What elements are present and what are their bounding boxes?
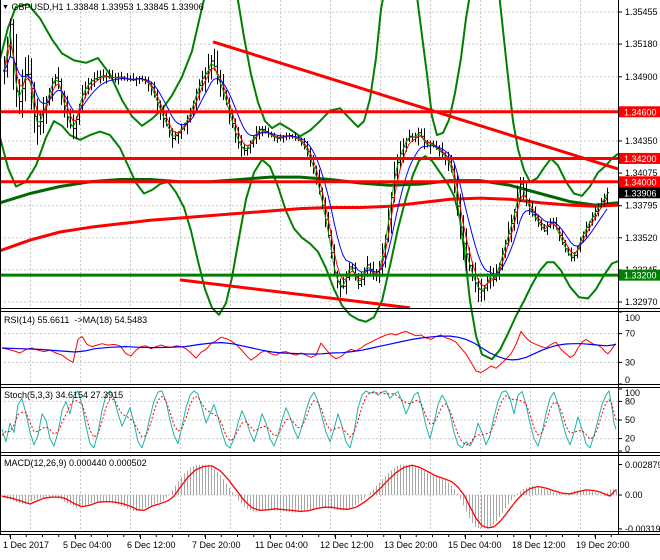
rsi-scale-label: 70 bbox=[625, 329, 635, 339]
macd-scale-label: -0.003198 bbox=[625, 524, 660, 534]
support-resistance-lines[interactable] bbox=[0, 110, 618, 277]
price-scale-label: 1.32970 bbox=[625, 297, 658, 307]
price-level-box: 1.33200 bbox=[619, 269, 660, 281]
time-axis-label: 11 Dec 04:00 bbox=[255, 540, 308, 550]
time-axis-label: 12 Dec 12:00 bbox=[320, 540, 374, 550]
time-axis-label: 15 Dec 04:00 bbox=[448, 540, 502, 550]
rsi-scale-label: 0 bbox=[625, 375, 630, 385]
price-box-label: 1.33200 bbox=[624, 271, 657, 281]
slow-moving-averages bbox=[0, 175, 619, 253]
chart-window: 1.35455 1.35180 1.34900 1.34350 1.34075 1.337… bbox=[0, 0, 660, 560]
price-box-label: 1.34200 bbox=[624, 154, 657, 164]
price-chart-canvas[interactable]: 1.354551.351801.349001.343501.340751.337… bbox=[0, 0, 660, 560]
time-axis-label: 19 Dec 20:00 bbox=[576, 540, 630, 550]
time-axis[interactable]: 1 Dec 2017 5 Dec 04:00 6 Dec 12:00 7 Dec 20… bbox=[3, 534, 630, 550]
rsi-scale-label: 30 bbox=[625, 357, 635, 367]
rsi-scale-label: 100 bbox=[625, 313, 640, 323]
stoch-scale-label: 80 bbox=[625, 396, 635, 406]
stoch-scale-label: 0 bbox=[625, 444, 630, 454]
price-level-box: 1.34000 bbox=[619, 176, 660, 188]
price-level-box: 1.34200 bbox=[619, 152, 660, 164]
bollinger-bands bbox=[0, 0, 619, 361]
time-axis-label: 5 Dec 04:00 bbox=[63, 540, 112, 550]
macd-scale-label: 0.00 bbox=[625, 490, 643, 500]
price-box-label: 1.34000 bbox=[624, 177, 657, 187]
price-level-box: 1.33906 bbox=[619, 187, 660, 199]
time-axis-label: 1 Dec 2017 bbox=[3, 540, 49, 550]
price-box-label: 1.34600 bbox=[624, 107, 657, 117]
price-level-box: 1.34600 bbox=[619, 106, 660, 118]
gridlines bbox=[0, 0, 618, 531]
time-axis-label: 13 Dec 20:00 bbox=[384, 540, 438, 550]
stoch-scale-label: 20 bbox=[625, 434, 635, 444]
price-scale-label: 1.33520 bbox=[625, 233, 658, 243]
price-scale-label: 1.35455 bbox=[625, 7, 658, 17]
time-axis-label: 6 Dec 12:00 bbox=[127, 540, 176, 550]
price-bars bbox=[3, 18, 609, 302]
stochastic-plot bbox=[1, 390, 617, 449]
rsi-plot bbox=[1, 330, 617, 373]
macd-scale-label: 0.002879 bbox=[625, 460, 660, 470]
price-scale-label: 1.33795 bbox=[625, 201, 658, 211]
price-scale-label: 1.35180 bbox=[625, 39, 658, 49]
time-axis-label: 18 Dec 12:00 bbox=[512, 540, 566, 550]
price-box-label: 1.33906 bbox=[624, 188, 657, 198]
time-axis-label: 7 Dec 20:00 bbox=[192, 540, 241, 550]
stoch-scale-label: 50 bbox=[625, 415, 635, 425]
price-scale-label: 1.34350 bbox=[625, 136, 658, 146]
macd-plot bbox=[1, 464, 617, 529]
price-scale-label: 1.34900 bbox=[625, 72, 658, 82]
price-scale[interactable]: 1.354551.351801.349001.343501.340751.337… bbox=[618, 7, 660, 534]
